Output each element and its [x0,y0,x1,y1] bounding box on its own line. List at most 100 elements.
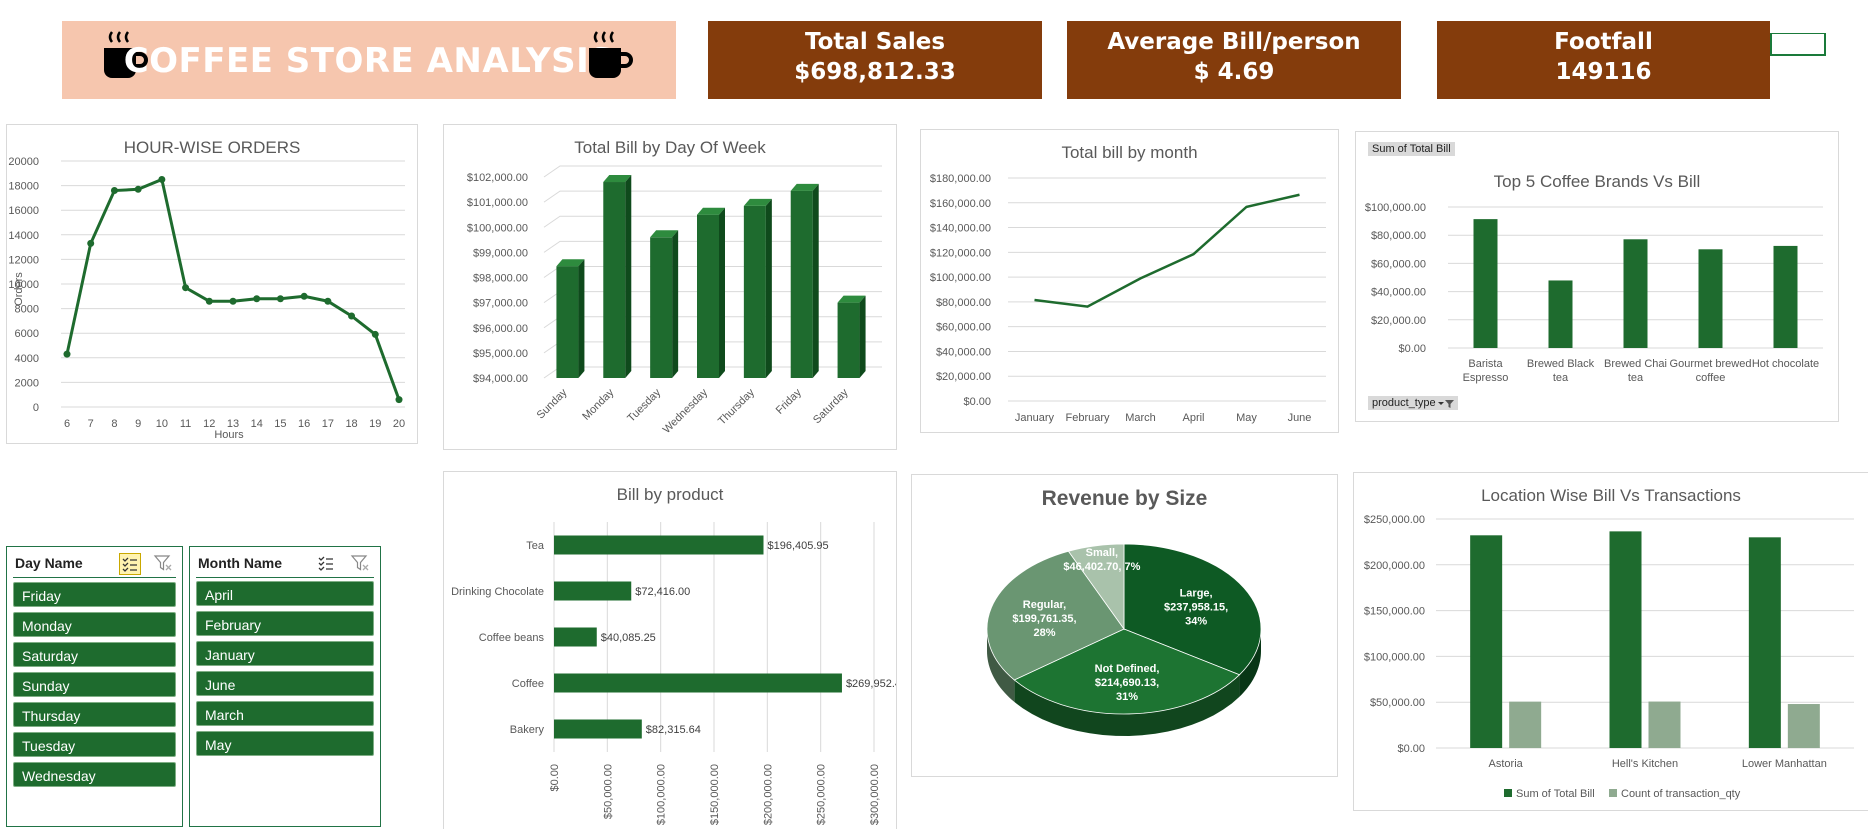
bar [1548,280,1573,348]
y-tick-label: $80,000.00 [936,297,991,309]
bar [1470,535,1503,748]
y-tick-label: $94,000.00 [473,373,528,385]
bar [554,581,632,601]
data-point [87,239,95,247]
brands-chart-panel[interactable]: Sum of Total Bill Top 5 Coffee Brands Vs… [1355,131,1839,422]
bar-side [812,183,819,378]
slicer-item[interactable]: June [196,671,374,696]
multi-select-icon[interactable] [316,553,336,573]
kpi-label: Total Sales [804,29,946,55]
x-tick-label: Hell's Kitchen [1612,758,1678,770]
filter-dropdown-icon[interactable] [1437,399,1454,409]
location-chart: $0.00 $50,000.00 $100,000.00 $150,000.00 $20… [1364,514,1854,800]
y-tick-label: $50,000.00 [1370,697,1425,709]
bar [1748,537,1781,748]
y-tick-label: $99,000.00 [473,247,528,259]
x-tick-label: Lower Manhattan [1742,758,1827,770]
y-tick-label: Drinking Chocolate [451,586,544,598]
pivot-field-chip[interactable]: product_type [1368,396,1458,410]
y-tick-label: Coffee [512,678,544,690]
bar-side [578,259,585,378]
slicer-item[interactable]: Wednesday [13,762,176,787]
location-chart-panel[interactable]: Location Wise Bill Vs Transactions $0.00… [1353,472,1868,811]
y-tick-label: 0 [33,402,39,414]
slicer-item[interactable]: Thursday [13,702,176,727]
month-name-slicer[interactable]: Month Name April February January June March… [189,546,381,827]
slicer-item[interactable]: Tuesday [13,732,176,757]
pie-data-label: Not Defined, [1095,663,1160,675]
bar [697,214,719,378]
x-tick-label: $150,000.00 [709,764,721,825]
slicer-item[interactable]: Sunday [13,672,176,697]
y-tick-label: 2000 [15,377,39,389]
data-point [300,292,308,300]
coffee-cup-icon [589,31,633,78]
kpi-value: $ 4.69 [1193,59,1275,85]
slicer-item[interactable]: Saturday [13,642,176,667]
y-tick-label: $200,000.00 [1364,560,1425,572]
slicer-item[interactable]: April [196,581,374,606]
x-tick-label: Thursday [716,386,757,427]
selected-cell[interactable] [1770,33,1826,56]
day-chart-panel[interactable]: Total Bill by Day Of Week $94,000.00 $95,… [443,124,897,450]
x-tick-label: April [1182,412,1204,424]
x-tick-label: $200,000.00 [762,764,774,825]
y-tick-label: $40,000.00 [936,346,991,358]
orders-line [65,177,401,401]
pie-data-label: Small, [1086,547,1118,559]
y-tick-label: $160,000.00 [930,198,991,210]
slicer-item[interactable]: February [196,611,374,636]
multi-select-icon[interactable] [119,553,141,575]
bar-side [719,207,725,378]
dashboard-title-banner: COFFEE STORE ANALYSIS [62,21,676,99]
y-tick-label: $250,000.00 [1364,514,1425,526]
y-tick-label: $97,000.00 [473,298,528,310]
bar [1698,249,1723,348]
day-chart: $94,000.00 $95,000.00 $96,000.00 $97,000.00… [467,165,882,436]
pie-data-label: $46,402.70, 7% [1063,561,1140,573]
size-chart-panel[interactable]: Revenue by Size Large, $237,958.15, 34% Not… [911,474,1338,777]
day-name-slicer[interactable]: Day Name Friday Monday Saturday Sunday Thurs… [6,546,183,827]
legend-label: Sum of Total Bill [1516,788,1595,800]
y-tick-label: $20,000.00 [936,371,991,383]
data-label: $82,315.64 [646,724,701,736]
x-tick-label: $0.00 [549,764,561,792]
hour-chart: 0200040006000800010000120001400016000180… [8,156,405,441]
data-point [348,312,356,320]
x-tick-label: $300,000.00 [869,764,881,825]
data-point [158,175,166,183]
x-tick-label: 6 [64,418,70,430]
slicer-item[interactable]: May [196,731,374,756]
slicer-item[interactable]: Friday [13,582,176,607]
pie-data-label: $199,761.35, [1012,613,1076,625]
x-tick-label: 8 [111,418,117,430]
y-tick-label: $80,000.00 [1371,230,1426,242]
x-tick-label: coffee [1696,372,1726,384]
y-tick-label: $100,000.00 [1364,651,1425,663]
hour-chart-panel[interactable]: HOUR-WISE ORDERS 0 2000 4000 6000 8000 10000 1… [6,124,418,444]
y-tick-label: 6000 [15,328,39,340]
y-tick-label: $0.00 [1398,343,1426,355]
pie-data-label: Regular, [1023,599,1066,611]
y-tick-label: 18000 [8,181,39,193]
clear-filter-icon[interactable] [153,553,173,573]
x-tick-label: Wednesday [661,386,711,436]
clear-filter-icon[interactable] [350,553,370,573]
y-tick-label: $40,000.00 [1371,287,1426,299]
gridline [543,190,882,203]
month-chart-panel[interactable]: Total bill by month $0.00 $20,000.00 $40,0… [920,129,1339,433]
product-chart-panel[interactable]: Bill by product $0.00 $50,000.00 $100,000.… [443,471,897,829]
slicer-item[interactable]: January [196,641,374,666]
slicer-item[interactable]: March [196,701,374,726]
data-label: $72,416.00 [635,586,690,598]
y-tick-label: $0.00 [963,396,991,408]
product-chart: $0.00 $50,000.00 $100,000.00 $150,000.00 $20… [451,522,896,825]
data-point [63,350,71,358]
bar [1773,245,1798,348]
data-point [134,185,142,193]
slicer-title: Day Name [15,555,83,571]
y-tick-label: $100,000.00 [467,222,528,234]
slicer-item[interactable]: Monday [13,612,176,637]
bar [1787,704,1820,748]
data-label: $40,085.25 [601,632,656,644]
